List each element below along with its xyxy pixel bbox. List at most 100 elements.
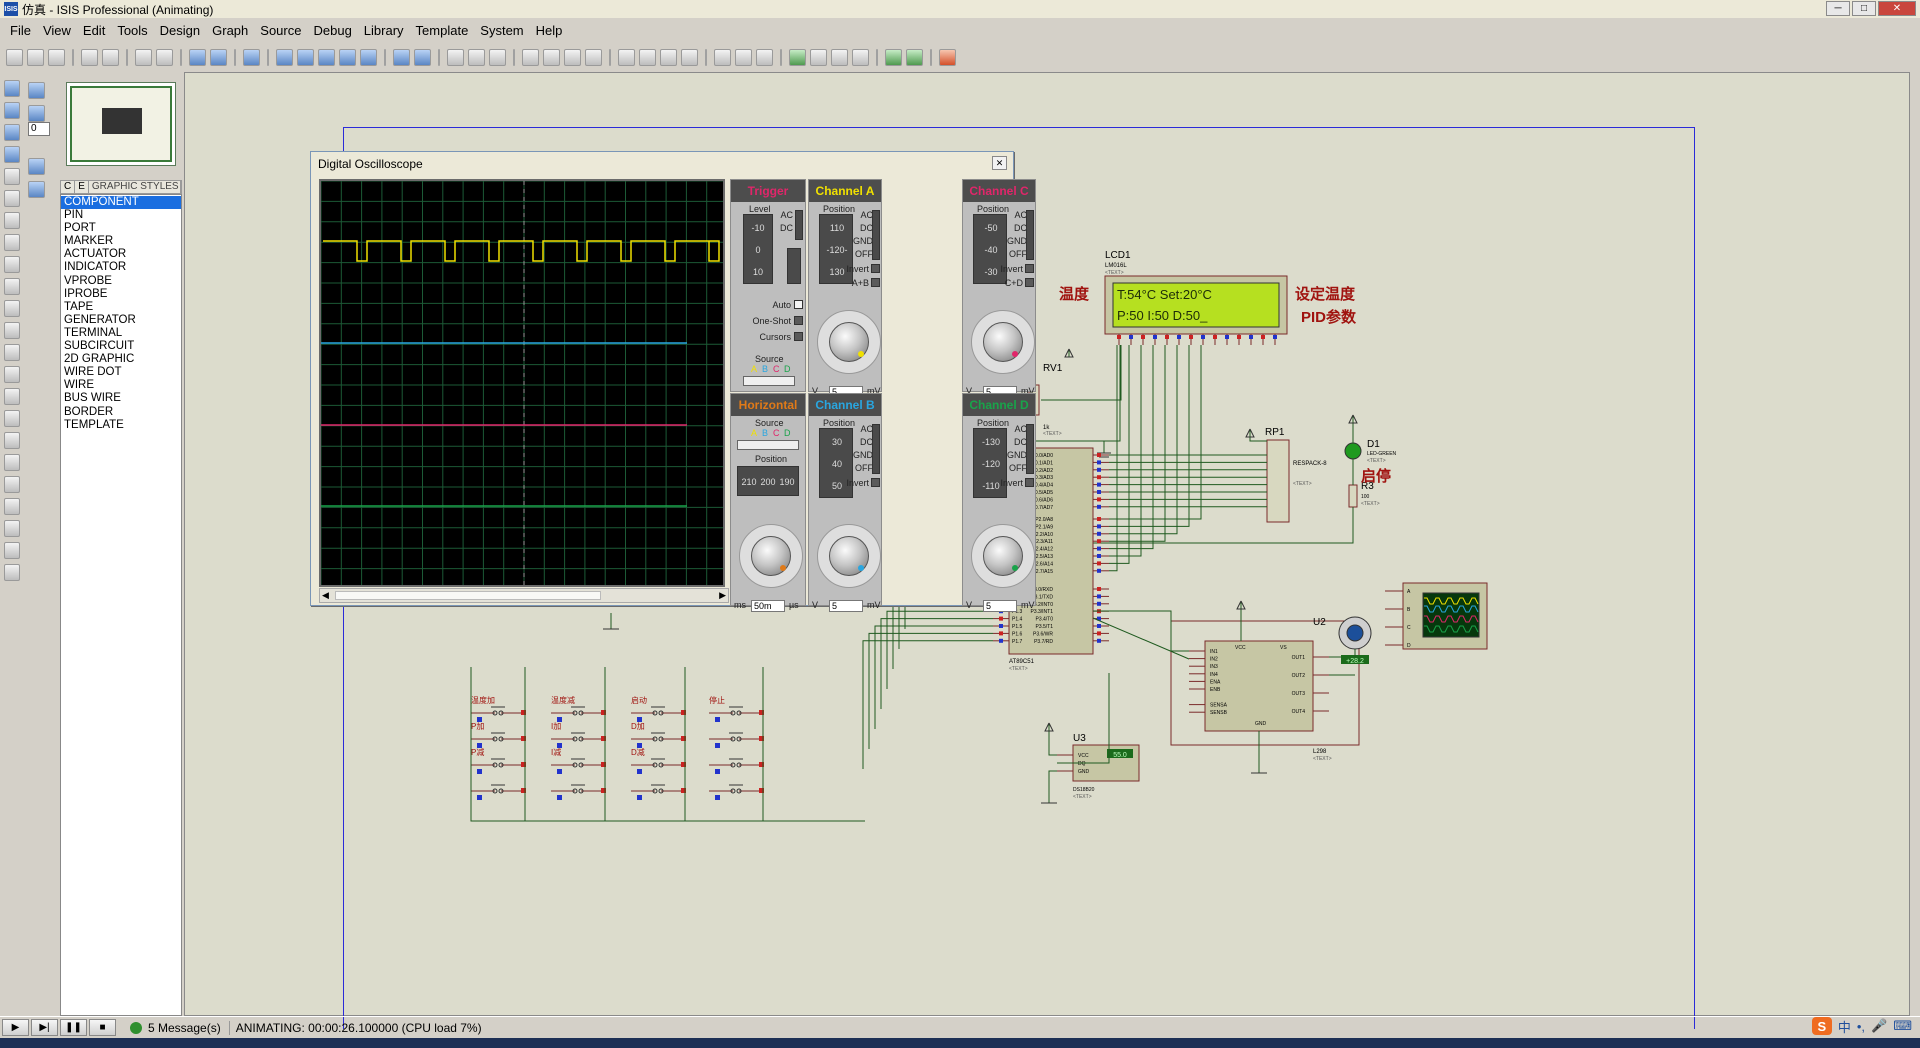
tab-c[interactable]: C — [61, 181, 76, 193]
mode-item-component[interactable]: COMPONENT — [61, 196, 181, 210]
terminal-mode-icon[interactable] — [4, 234, 20, 251]
oscilloscope-scrollbar[interactable]: ◀ ▶ — [319, 588, 729, 603]
block-delete-icon[interactable] — [585, 48, 602, 66]
channel-c-invert-button[interactable] — [1025, 264, 1034, 273]
path-mode-icon[interactable] — [4, 498, 20, 515]
channel-b-scale-knob[interactable] — [829, 536, 869, 576]
mode-item-vprobe[interactable]: VPROBE — [61, 275, 181, 288]
channel-b-value-input[interactable]: 5 — [829, 600, 863, 612]
channel-c-sum-button[interactable] — [1025, 278, 1034, 287]
trigger-mode-button-0[interactable] — [794, 300, 803, 309]
horizontal-source-b[interactable]: B — [762, 428, 768, 438]
virtual-instrument-mode-icon[interactable] — [4, 388, 20, 405]
export-icon[interactable] — [102, 48, 119, 66]
rotate-cw-icon[interactable] — [28, 82, 45, 99]
cut-icon[interactable] — [447, 48, 464, 66]
menu-source[interactable]: Source — [254, 23, 307, 38]
pick-device-icon[interactable] — [618, 48, 635, 66]
remove-sheet-icon[interactable] — [831, 48, 848, 66]
rotate-ccw-icon[interactable] — [28, 105, 45, 122]
subcircuit-mode-icon[interactable] — [4, 212, 20, 229]
mode-item-subcircuit[interactable]: SUBCIRCUIT — [61, 340, 181, 353]
package-tool-icon[interactable] — [660, 48, 677, 66]
pan-icon[interactable] — [276, 48, 293, 66]
mirror-y-icon[interactable] — [28, 181, 45, 198]
netlist-ares-icon[interactable] — [939, 48, 956, 66]
generator-mode-icon[interactable] — [4, 322, 20, 339]
oscilloscope-close-button[interactable]: ✕ — [992, 156, 1007, 170]
mirror-x-icon[interactable] — [28, 158, 45, 175]
scroll-left-icon[interactable]: ◀ — [322, 590, 329, 601]
channel-d-coupling-off[interactable]: OFF — [1003, 463, 1027, 473]
channel-a-sum-button[interactable] — [871, 278, 880, 287]
channel-a-coupling-gnd[interactable]: GND — [849, 236, 873, 246]
component-mode-icon[interactable] — [4, 102, 20, 119]
close-button[interactable]: ✕ — [1878, 1, 1916, 16]
line-mode-icon[interactable] — [4, 410, 20, 427]
undo-icon[interactable] — [393, 48, 410, 66]
channel-c-coupling-dc[interactable]: DC — [1003, 223, 1027, 233]
maximize-button[interactable]: □ — [1852, 1, 1876, 16]
digital-oscilloscope-window[interactable]: Digital Oscilloscope ✕ ◀ ▶ Channel A Posi… — [310, 151, 1036, 612]
trigger-level-slider[interactable]: -10 0 10 — [743, 214, 773, 284]
channel-d-scale-knob[interactable] — [983, 536, 1023, 576]
mode-item-marker[interactable]: MARKER — [61, 235, 181, 248]
mode-item-border[interactable]: BORDER — [61, 406, 181, 419]
open-file-icon[interactable] — [27, 48, 44, 66]
print-icon[interactable] — [135, 48, 152, 66]
channel-d-coupling-gnd[interactable]: GND — [1003, 450, 1027, 460]
mode-item-actuator[interactable]: ACTUATOR — [61, 248, 181, 261]
trigger-mode-button-1[interactable] — [794, 316, 803, 325]
trigger-coupling-dc[interactable]: DC — [771, 223, 793, 233]
overview-window[interactable] — [66, 82, 176, 166]
ime-language[interactable]: 中 — [1838, 1017, 1851, 1036]
refresh-icon[interactable] — [189, 48, 206, 66]
channel-d-value-input[interactable]: 5 — [983, 600, 1017, 612]
trigger-coupling-switch[interactable] — [795, 210, 803, 240]
mode-item-bus-wire[interactable]: BUS WIRE — [61, 392, 181, 405]
sogou-icon[interactable]: S — [1811, 1017, 1832, 1035]
grid-icon[interactable] — [210, 48, 227, 66]
step-button[interactable]: ▶| — [31, 1019, 58, 1036]
zoom-out-icon[interactable] — [318, 48, 335, 66]
horizontal-scale-knob[interactable] — [751, 536, 791, 576]
menu-debug[interactable]: Debug — [307, 23, 357, 38]
redo-icon[interactable] — [414, 48, 431, 66]
wire-autorouter-icon[interactable] — [714, 48, 731, 66]
channel-b-coupling-ac[interactable]: AC — [849, 424, 873, 434]
block-move-icon[interactable] — [543, 48, 560, 66]
menu-system[interactable]: System — [474, 23, 529, 38]
channel-c-coupling-switch[interactable] — [1026, 210, 1034, 260]
channel-d-coupling-switch[interactable] — [1026, 424, 1034, 474]
punctuation-icon[interactable]: •, — [1857, 1019, 1865, 1034]
channel-c-coupling-gnd[interactable]: GND — [1003, 236, 1027, 246]
angle-input[interactable]: 0 — [28, 122, 50, 136]
channel-b-coupling-gnd[interactable]: GND — [849, 450, 873, 460]
zoom-in-icon[interactable] — [297, 48, 314, 66]
minimize-button[interactable]: ─ — [1826, 1, 1850, 16]
block-rotate-icon[interactable] — [564, 48, 581, 66]
current-probe-mode-icon[interactable] — [4, 366, 20, 383]
channel-b-coupling-switch[interactable] — [872, 424, 880, 474]
channel-a-scale-knob[interactable] — [829, 322, 869, 362]
trigger-source-slider[interactable] — [743, 376, 795, 386]
channel-c-coupling-off[interactable]: OFF — [1003, 249, 1027, 259]
menu-design[interactable]: Design — [154, 23, 206, 38]
junction-mode-icon[interactable] — [4, 124, 20, 141]
circle-mode-icon[interactable] — [4, 454, 20, 471]
mode-item-pin[interactable]: PIN — [61, 209, 181, 222]
trigger-source-a[interactable]: A — [751, 364, 757, 374]
exit-to-parent-icon[interactable] — [852, 48, 869, 66]
bus-mode-icon[interactable] — [4, 190, 20, 207]
electrical-check-icon[interactable] — [906, 48, 923, 66]
mode-item-tape[interactable]: TAPE — [61, 301, 181, 314]
channel-b-coupling-dc[interactable]: DC — [849, 437, 873, 447]
copy-icon[interactable] — [468, 48, 485, 66]
menu-template[interactable]: Template — [410, 23, 475, 38]
mode-item-generator[interactable]: GENERATOR — [61, 314, 181, 327]
text-script-mode-icon[interactable] — [4, 168, 20, 185]
menu-library[interactable]: Library — [358, 23, 410, 38]
channel-a-coupling-ac[interactable]: AC — [849, 210, 873, 220]
mode-item-2d-graphic[interactable]: 2D GRAPHIC — [61, 353, 181, 366]
channel-c-scale-knob[interactable] — [983, 322, 1023, 362]
